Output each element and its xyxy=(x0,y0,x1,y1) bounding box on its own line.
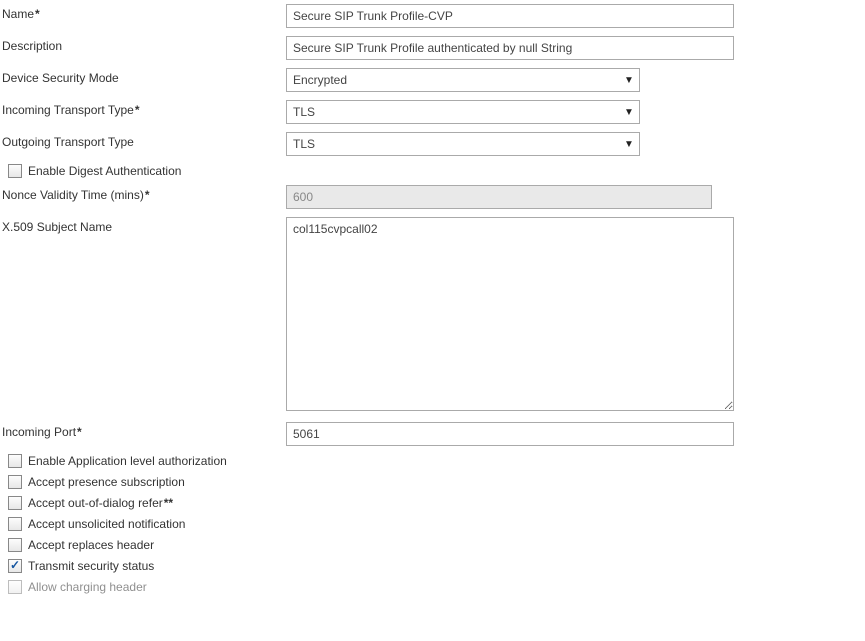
caret-down-icon: ▼ xyxy=(619,107,639,118)
transmit-security-status-label: Transmit security status xyxy=(28,559,155,573)
outgoing-transport-type-select[interactable]: TLS ▼ xyxy=(286,132,640,156)
name-label: Name* xyxy=(2,4,286,21)
device-security-mode-label: Device Security Mode xyxy=(2,68,286,85)
description-input[interactable] xyxy=(286,36,734,60)
incoming-port-label: Incoming Port* xyxy=(2,422,286,439)
device-security-mode-select[interactable]: Encrypted ▼ xyxy=(286,68,640,92)
enable-app-level-auth-label: Enable Application level authorization xyxy=(28,454,228,468)
accept-out-of-dialog-refer-label: Accept out-of-dialog refer** xyxy=(28,496,173,510)
incoming-port-input[interactable] xyxy=(286,422,734,446)
x509-subject-name-textarea[interactable] xyxy=(286,217,734,411)
outgoing-transport-type-label: Outgoing Transport Type xyxy=(2,132,286,149)
description-label: Description xyxy=(2,36,286,53)
nonce-validity-time-label: Nonce Validity Time (mins)* xyxy=(2,185,286,202)
accept-replaces-header-label: Accept replaces header xyxy=(28,538,155,552)
allow-charging-header-checkbox[interactable] xyxy=(8,580,22,594)
allow-charging-header-label: Allow charging header xyxy=(28,580,148,594)
caret-down-icon: ▼ xyxy=(619,139,639,150)
name-input[interactable] xyxy=(286,4,734,28)
enable-digest-auth-checkbox[interactable] xyxy=(8,164,22,178)
incoming-transport-type-select[interactable]: TLS ▼ xyxy=(286,100,640,124)
accept-presence-sub-label: Accept presence subscription xyxy=(28,475,186,489)
incoming-transport-type-label: Incoming Transport Type* xyxy=(2,100,286,117)
accept-out-of-dialog-refer-checkbox[interactable] xyxy=(8,496,22,510)
accept-unsolicited-notif-label: Accept unsolicited notification xyxy=(28,517,186,531)
nonce-validity-time-input xyxy=(286,185,712,209)
enable-digest-auth-label: Enable Digest Authentication xyxy=(28,164,182,178)
x509-subject-name-label: X.509 Subject Name xyxy=(2,217,286,234)
accept-replaces-header-checkbox[interactable] xyxy=(8,538,22,552)
enable-app-level-auth-checkbox[interactable] xyxy=(8,454,22,468)
transmit-security-status-checkbox[interactable] xyxy=(8,559,22,573)
accept-unsolicited-notif-checkbox[interactable] xyxy=(8,517,22,531)
accept-presence-sub-checkbox[interactable] xyxy=(8,475,22,489)
caret-down-icon: ▼ xyxy=(619,75,639,86)
